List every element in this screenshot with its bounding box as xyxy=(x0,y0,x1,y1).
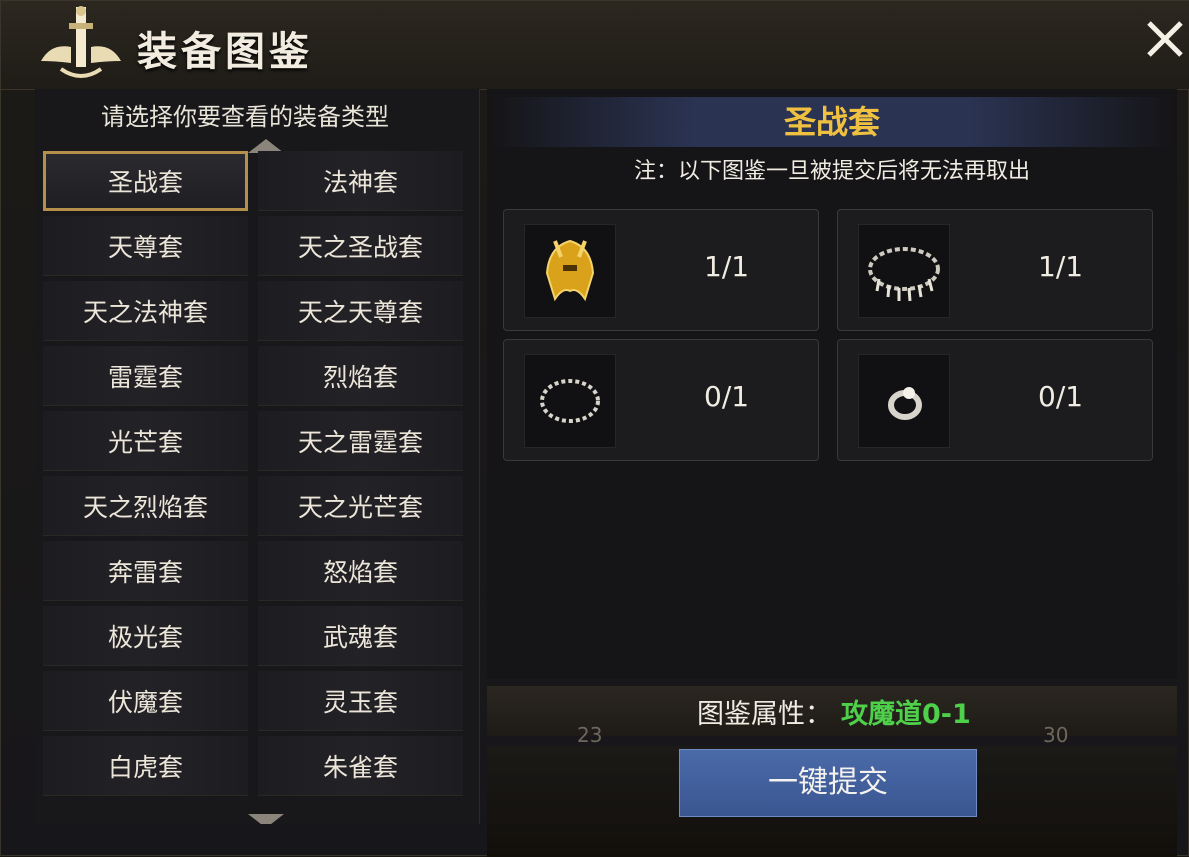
set-item[interactable]: 白虎套 xyxy=(43,736,248,796)
helmet-icon xyxy=(545,239,595,302)
item-count: 0/1 xyxy=(704,380,750,413)
scroll-down-icon[interactable] xyxy=(248,814,284,824)
equipment-codex-window: 装备图鉴 请选择你要查看的装备类型 圣战套 法神套 天尊套 天之圣战套 天之法神… xyxy=(0,0,1189,857)
background-number: 23 xyxy=(577,723,603,747)
set-item[interactable]: 法神套 xyxy=(258,151,463,211)
submit-warning-note: 注：以下图鉴一旦被提交后将无法再取出 xyxy=(633,159,1030,184)
background-numbers: 23 30 xyxy=(487,723,1177,747)
title-bar: 装备图鉴 xyxy=(1,1,1189,90)
set-list-panel: 请选择你要查看的装备类型 圣战套 法神套 天尊套 天之圣战套 天之法神套 天之天… xyxy=(35,89,480,824)
set-detail-panel: 圣战套 注：以下图鉴一旦被提交后将无法再取出 1/1 1/1 0/1 0/1 xyxy=(487,89,1177,679)
item-slot xyxy=(858,354,950,448)
set-grid: 圣战套 法神套 天尊套 天之圣战套 天之法神套 天之天尊套 雷霆套 烈焰套 光芒… xyxy=(43,151,463,801)
set-item[interactable]: 武魂套 xyxy=(258,606,463,666)
set-item[interactable]: 天之烈焰套 xyxy=(43,476,248,536)
item-slot xyxy=(524,354,616,448)
set-item[interactable]: 天之光芒套 xyxy=(258,476,463,536)
selected-set-title: 圣战套 xyxy=(487,97,1177,147)
item-count: 1/1 xyxy=(1038,250,1084,283)
set-item[interactable]: 雷霆套 xyxy=(43,346,248,406)
set-item[interactable]: 灵玉套 xyxy=(258,671,463,731)
set-item[interactable]: 天之天尊套 xyxy=(258,281,463,341)
item-slot xyxy=(858,224,950,318)
item-card-necklace[interactable]: 1/1 xyxy=(837,209,1153,331)
submit-all-button[interactable]: 一键提交 xyxy=(679,749,977,817)
set-item[interactable]: 烈焰套 xyxy=(258,346,463,406)
item-card-ring[interactable]: 0/1 xyxy=(837,339,1153,461)
set-item[interactable]: 怒焰套 xyxy=(258,541,463,601)
item-card-bracelet[interactable]: 0/1 xyxy=(503,339,819,461)
sword-emblem-icon xyxy=(41,6,121,78)
set-item[interactable]: 伏魔套 xyxy=(43,671,248,731)
window-title: 装备图鉴 xyxy=(137,29,313,75)
set-item[interactable]: 天之雷霆套 xyxy=(258,411,463,471)
background-number: 30 xyxy=(1043,723,1069,747)
set-item[interactable]: 天之圣战套 xyxy=(258,216,463,276)
set-item[interactable]: 天之法神套 xyxy=(43,281,248,341)
close-x-icon[interactable] xyxy=(1143,17,1187,61)
item-slot xyxy=(524,224,616,318)
necklace-icon xyxy=(868,247,940,302)
set-item[interactable]: 奔雷套 xyxy=(43,541,248,601)
set-item[interactable]: 圣战套 xyxy=(43,151,248,211)
set-item[interactable]: 天尊套 xyxy=(43,216,248,276)
set-item[interactable]: 极光套 xyxy=(43,606,248,666)
ring-icon xyxy=(888,387,922,420)
set-item[interactable]: 朱雀套 xyxy=(258,736,463,796)
set-item[interactable]: 光芒套 xyxy=(43,411,248,471)
bracelet-icon xyxy=(540,379,600,423)
item-count: 1/1 xyxy=(704,250,750,283)
set-select-prompt: 请选择你要查看的装备类型 xyxy=(101,103,389,131)
item-count: 0/1 xyxy=(1038,380,1084,413)
item-card-helmet[interactable]: 1/1 xyxy=(503,209,819,331)
